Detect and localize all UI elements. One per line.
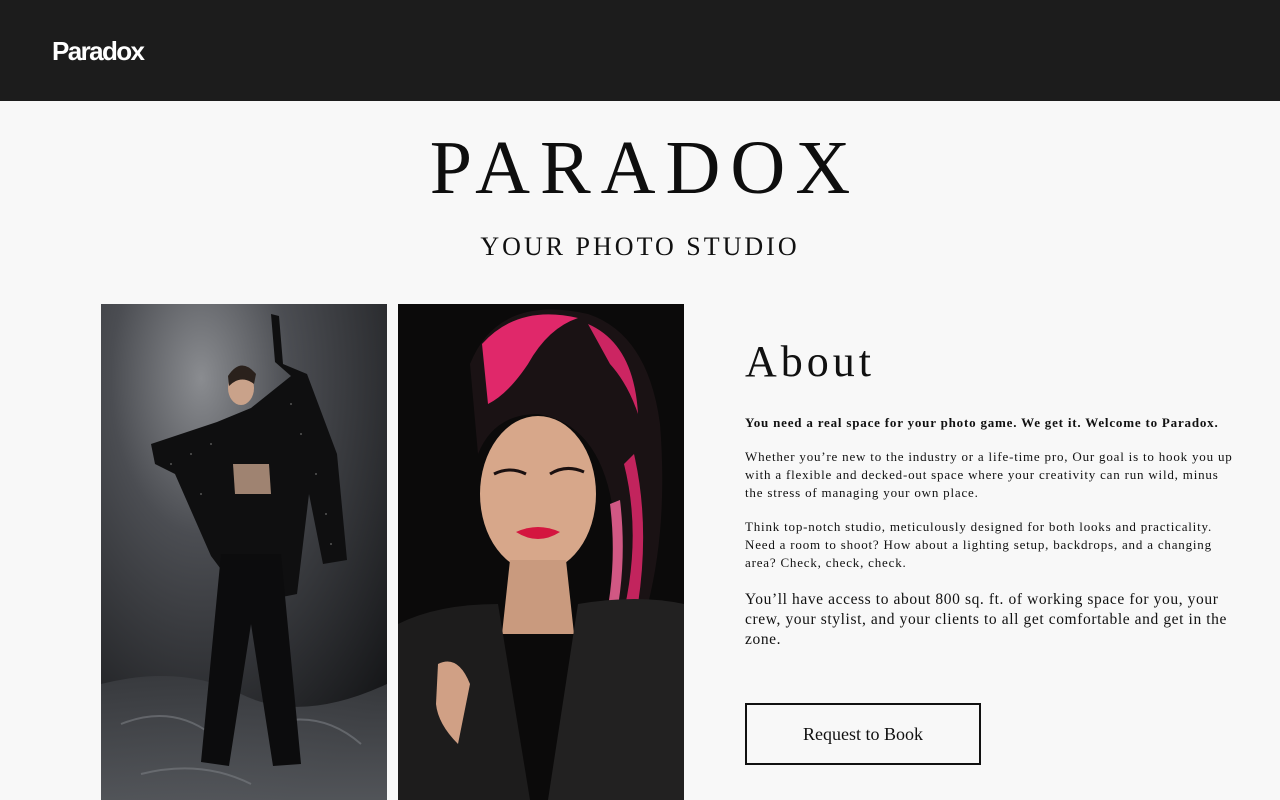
brand-logo[interactable]: Paradox [52, 36, 145, 66]
hero-title: PARADOX [429, 126, 861, 210]
about-paragraph-2: Think top-notch studio, meticulously des… [745, 519, 1213, 570]
about-heading: About [745, 337, 875, 386]
top-navbar: Paradox [0, 0, 1280, 101]
hero-subtitle: YOUR PHOTO STUDIO [480, 232, 800, 261]
about-paragraph-3: You’ll have access to about 800 sq. ft. … [745, 591, 1228, 648]
request-to-book-button[interactable]: Request to Book [745, 703, 981, 765]
about-intro: You need a real space for your photo gam… [745, 415, 1219, 430]
about-paragraph-1: Whether you’re new to the industry or a … [745, 449, 1233, 500]
studio-photo-portrait-pink-hair [398, 304, 684, 800]
studio-photo-model-dancing [101, 304, 387, 800]
about-section: About You need a real space for your pho… [745, 336, 1235, 666]
